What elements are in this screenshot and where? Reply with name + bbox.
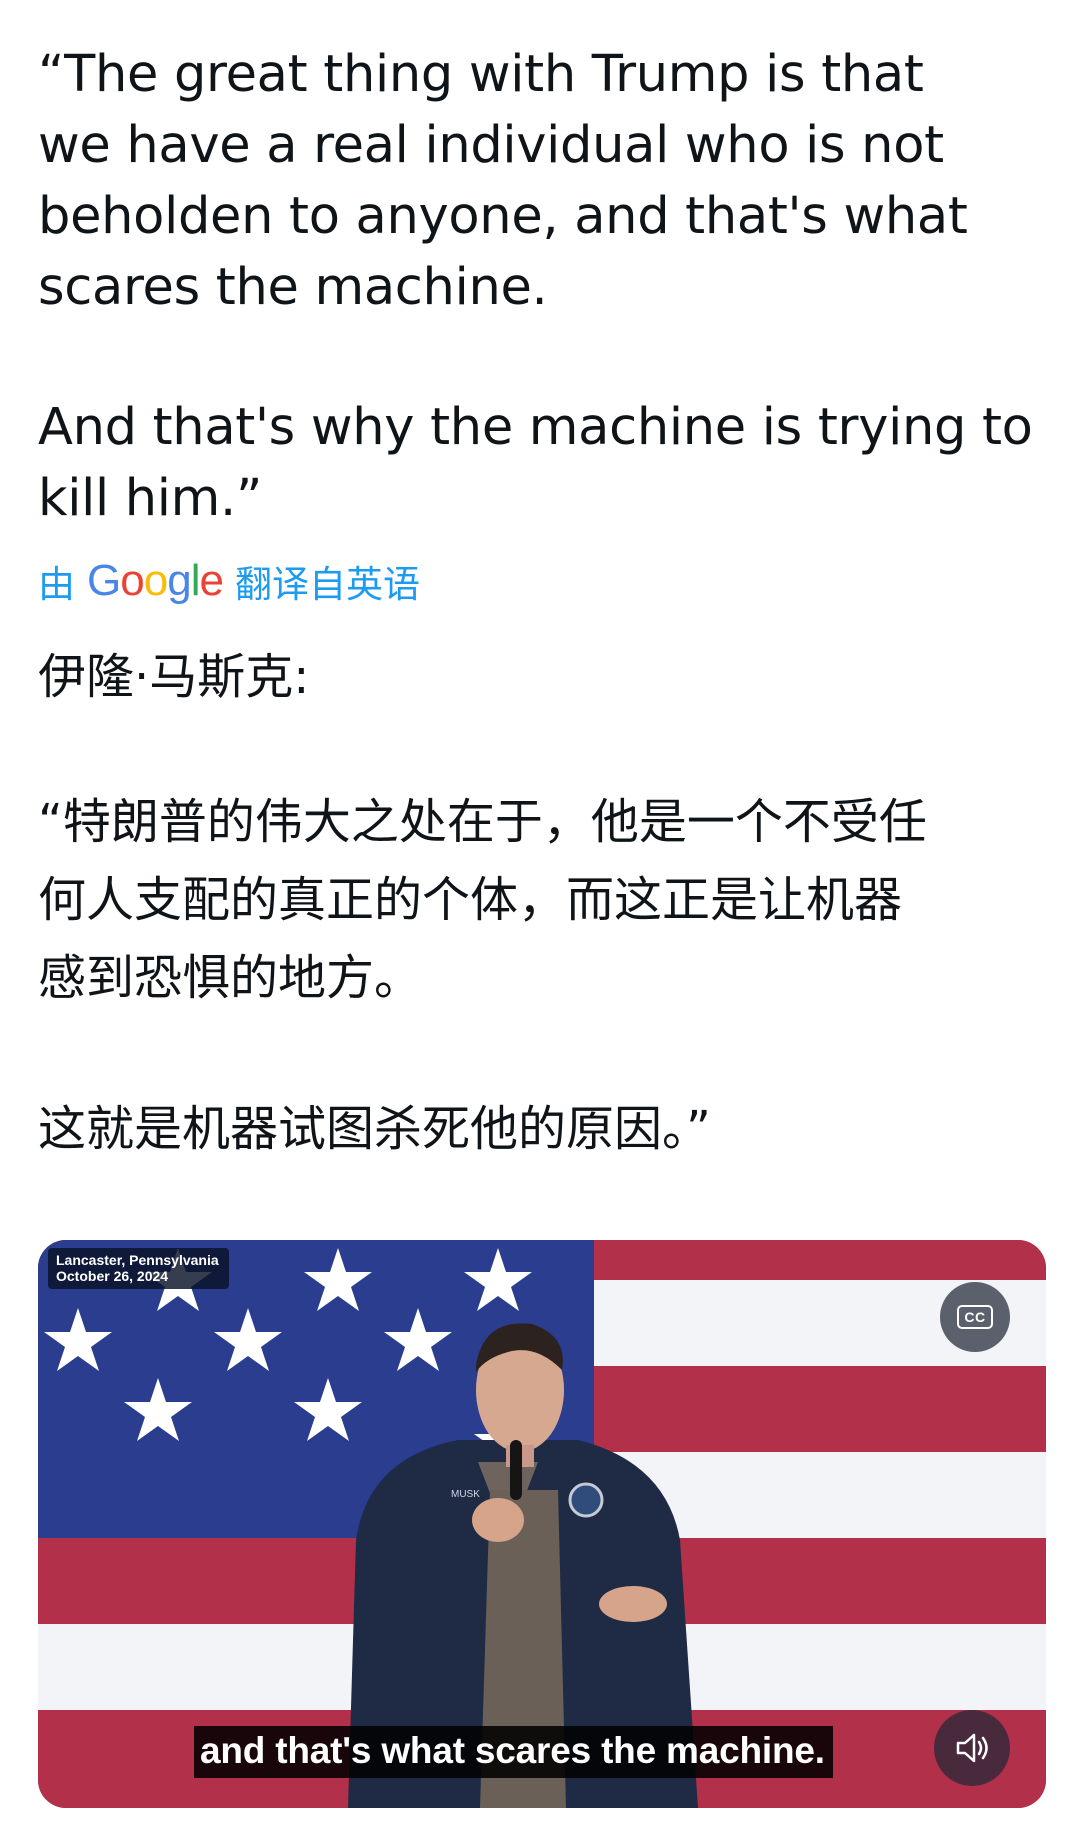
cc-icon: CC xyxy=(957,1305,993,1329)
video-player[interactable]: MUSK Lancaster, Pennsylvania October 26,… xyxy=(38,1240,1046,1808)
video-date: October 26, 2024 xyxy=(56,1268,169,1284)
video-frame: MUSK xyxy=(38,1240,1046,1808)
volume-icon xyxy=(956,1733,988,1763)
video-caption: and that's what scares the machine. xyxy=(194,1726,833,1778)
jacket-tag: MUSK xyxy=(451,1489,480,1500)
closed-captions-button[interactable]: CC xyxy=(940,1282,1010,1352)
translated-author: 伊隆·马斯克: xyxy=(38,649,310,705)
post-text-original-p1: “The great thing with Trump is that we h… xyxy=(38,45,968,317)
volume-button[interactable] xyxy=(934,1710,1010,1786)
post-text-translated-p2: 这就是机器试图杀死他的原因。” xyxy=(38,1101,711,1157)
google-logo: Google xyxy=(87,556,224,605)
translation-prefix: 由 xyxy=(38,563,75,606)
translation-attribution-link[interactable]: 由 Google 翻译自英语 xyxy=(38,553,420,609)
post-text-translated-p1: “特朗普的伟大之处在于，他是一个不受任 何人支配的真正的个体，而这正是让机器 感… xyxy=(38,794,927,1006)
video-location-overlay: Lancaster, Pennsylvania October 26, 2024 xyxy=(48,1248,229,1289)
translation-suffix: 翻译自英语 xyxy=(234,563,420,606)
video-location: Lancaster, Pennsylvania xyxy=(56,1252,219,1268)
post-text-original-p2: And that's why the machine is trying to … xyxy=(38,398,1033,528)
